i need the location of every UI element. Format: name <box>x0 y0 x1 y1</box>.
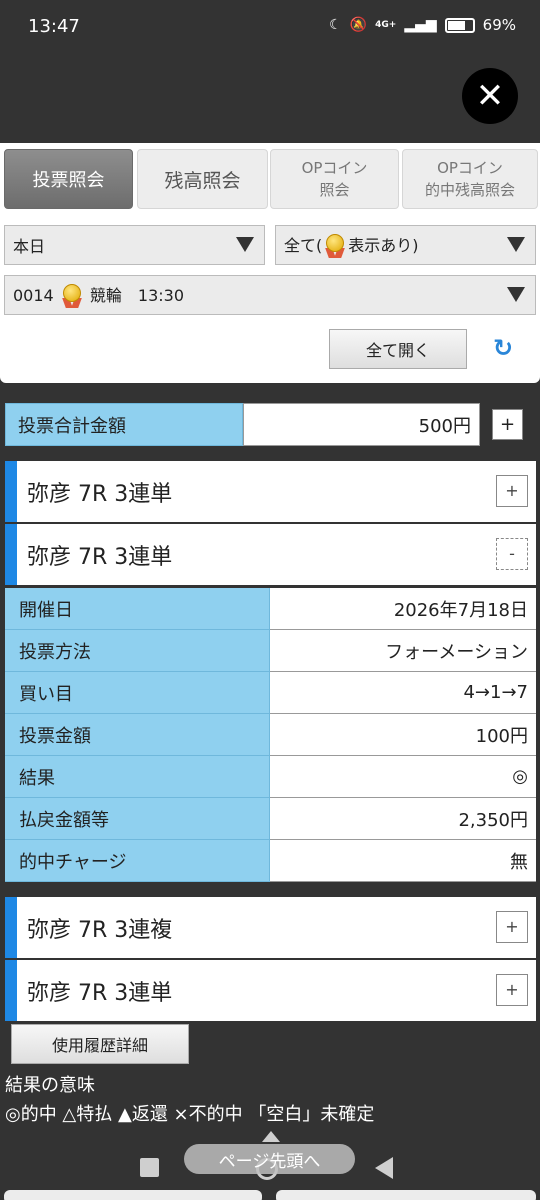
bet-row[interactable]: 弥彦 7R 3連単 + <box>5 960 536 1021</box>
legend-text: ◎的中 △特払 ▲返還 ×不的中 「空白」未確定 <box>5 1104 375 1125</box>
refresh-icon[interactable]: ↻ <box>490 335 516 361</box>
display-value: 全て(表示あり) <box>284 232 419 259</box>
back-icon[interactable] <box>375 1157 393 1179</box>
status-icons: ☾ 🔕 4G+ ▂▄▆ 69% <box>329 16 516 34</box>
signal-icon: ▂▄▆ <box>404 17 437 33</box>
chevron-down-icon <box>236 237 254 252</box>
tab-vote-inquiry[interactable]: 投票照会 <box>4 149 133 209</box>
tab-label: 投票照会 <box>32 170 105 191</box>
detail-value-result: ◎ <box>270 756 536 798</box>
detail-value-amount: 100円 <box>270 714 536 756</box>
detail-label-hit-charge: 的中チャージ <box>5 840 270 882</box>
moon-icon: ☾ <box>329 17 342 33</box>
open-all-button[interactable]: 全て開く <box>329 329 467 369</box>
bet-row[interactable]: 弥彦 7R 3連複 + <box>5 897 536 958</box>
tab-label: OPコイン 照会 <box>301 159 368 199</box>
history-detail-button[interactable]: 使用履歴詳細 <box>11 1024 189 1064</box>
status-time: 13:47 <box>28 16 80 37</box>
display-select[interactable]: 全て(表示あり) <box>275 225 536 265</box>
tab-op-coin-inquiry[interactable]: OPコイン 照会 <box>270 149 399 209</box>
page-top-button[interactable]: ページ先頭へ <box>184 1144 355 1174</box>
top-panel: 投票照会 残高照会 OPコイン 照会 OPコイン 的中残高照会 本日 全て(表示あり… <box>0 143 540 383</box>
close-button[interactable]: ✕ <box>462 68 518 124</box>
period-value: 本日 <box>13 237 46 256</box>
tab-op-coin-hit-balance[interactable]: OPコイン 的中残高照会 <box>402 149 538 209</box>
detail-label-amount: 投票金額 <box>5 714 270 756</box>
detail-label-result: 結果 <box>5 756 270 798</box>
detail-value-hit-charge: 無 <box>270 840 536 882</box>
bet-row[interactable]: 弥彦 7R 3連単 - <box>5 524 536 585</box>
detail-value-date: 2026年7月18日 <box>270 588 536 630</box>
caret-up-icon <box>262 1131 280 1142</box>
legend-title: 結果の意味 <box>5 1075 95 1096</box>
collapse-button[interactable]: - <box>496 538 528 570</box>
bet-title: 弥彦 7R 3連単 <box>27 481 173 507</box>
battery-percent: 69% <box>482 16 516 34</box>
detail-label-payout: 払戻金額等 <box>5 798 270 840</box>
detail-label-method: 投票方法 <box>5 630 270 672</box>
tab-label: OPコイン 的中残高照会 <box>424 159 515 199</box>
chevron-down-icon <box>507 287 525 302</box>
medal-icon <box>324 234 346 259</box>
total-expand-button[interactable]: + <box>492 409 523 440</box>
bet-title: 弥彦 7R 3連複 <box>27 917 173 943</box>
battery-icon <box>444 17 475 33</box>
bet-title: 弥彦 7R 3連単 <box>27 980 173 1006</box>
chevron-down-icon <box>507 237 525 252</box>
period-select[interactable]: 本日 <box>4 225 265 265</box>
muted-bell-icon: 🔕 <box>349 17 368 33</box>
tab-balance-inquiry[interactable]: 残高照会 <box>137 149 268 209</box>
detail-value-method: フォーメーション <box>270 630 536 672</box>
status-bar: 13:47 ☾ 🔕 4G+ ▂▄▆ 69% <box>0 0 540 56</box>
medal-icon <box>61 284 83 309</box>
detail-value-payout: 2,350円 <box>270 798 536 840</box>
detail-label-date: 開催日 <box>5 588 270 630</box>
total-amount-value: 500円 <box>243 403 480 446</box>
expand-button[interactable]: + <box>496 475 528 507</box>
race-value: 0014 競輪 13:30 <box>13 282 184 309</box>
bet-title: 弥彦 7R 3連単 <box>27 544 173 570</box>
race-select[interactable]: 0014 競輪 13:30 <box>4 275 536 315</box>
network-label: 4G+ <box>375 20 397 30</box>
bottom-button-right[interactable] <box>276 1190 536 1200</box>
bet-row[interactable]: 弥彦 7R 3連単 + <box>5 461 536 522</box>
detail-label-selection: 買い目 <box>5 672 270 714</box>
total-amount-label: 投票合計金額 <box>5 403 243 446</box>
bottom-button-left[interactable] <box>4 1190 262 1200</box>
expand-button[interactable]: + <box>496 974 528 1006</box>
detail-value-selection: 4→1→7 <box>270 672 536 714</box>
recent-apps-icon[interactable] <box>140 1158 159 1177</box>
tab-label: 残高照会 <box>164 169 241 192</box>
expand-button[interactable]: + <box>496 911 528 943</box>
